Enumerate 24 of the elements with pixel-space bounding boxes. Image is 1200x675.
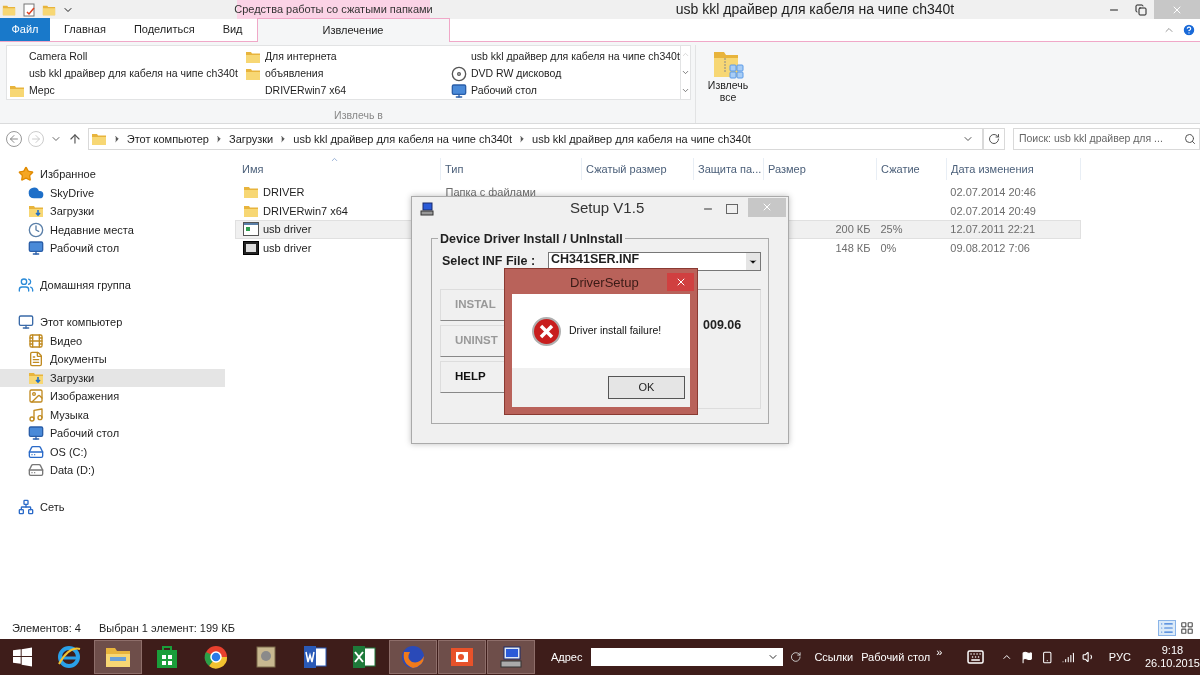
file-name: usb driver — [263, 222, 312, 237]
file-size: 148 КБ — [835, 240, 871, 256]
address-toolbar-label: Адрес — [551, 649, 583, 665]
group-label: Извлечь в — [333, 108, 384, 123]
setup-window-title: Setup V1.5 — [570, 198, 645, 219]
file-name: DRIVER — [263, 185, 305, 200]
alert-message: Driver install failure! — [569, 323, 662, 339]
inf-file-label: Select INF File : — [442, 253, 537, 271]
window-title: usb kkl драйвер для кабеля на чипе ch340t — [674, 0, 955, 19]
file-size: 200 КБ — [835, 222, 871, 237]
item-count: Элементов: 4 — [12, 620, 81, 636]
modified-date: 12.07.2011 22:21 — [950, 223, 1036, 235]
version-text: 009.06 — [703, 318, 742, 332]
modified-date: 02.07.2014 20:49 — [950, 204, 1036, 217]
compression-ratio: 25% — [880, 223, 903, 235]
modified-date: 09.08.2012 7:06 — [950, 241, 1030, 254]
selection-info: Выбран 1 элемент: 199 КБ — [98, 620, 235, 636]
modified-date: 02.07.2014 20:46 — [950, 186, 1036, 198]
file-type: Папка с файлами — [445, 186, 536, 198]
alert-title: DriverSetup — [570, 274, 639, 292]
file-name: DRIVERwin7 x64 — [263, 203, 348, 219]
context-tab-header: Средства работы со сжатыми папками — [237, 0, 430, 19]
file-name: usb driver — [263, 240, 312, 256]
compression-ratio: 0% — [880, 241, 897, 254]
